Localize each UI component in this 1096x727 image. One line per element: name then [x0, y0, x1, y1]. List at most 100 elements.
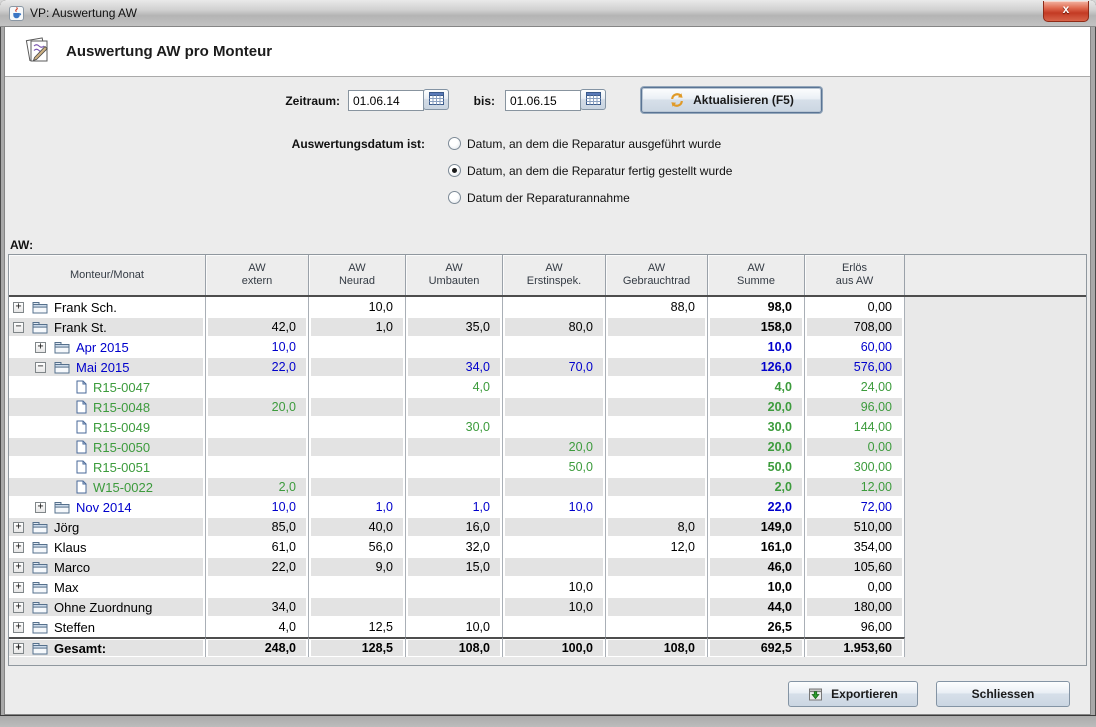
column-header-aw-neurad[interactable]: AWNeurad [309, 255, 406, 295]
cell-aw-umbauten: 35,0 [406, 317, 503, 337]
table-row[interactable]: R15-0049 30,0 30,0 144,00 [9, 417, 1086, 437]
cell-aw-gebrauchtrad: 108,0 [606, 637, 708, 657]
radio-icon[interactable] [448, 137, 461, 150]
table-header-row: Monteur/Monat AWextern AWNeurad AWUmbaut… [9, 255, 1086, 297]
tree-expander-icon[interactable]: + [13, 302, 24, 313]
row-filler [905, 597, 1086, 617]
table-row[interactable]: + Max 10,0 10,0 0,00 [9, 577, 1086, 597]
report-icon [22, 34, 52, 69]
cell-aw-neurad: 56,0 [309, 537, 406, 557]
tree-expander-icon[interactable]: + [13, 562, 24, 573]
tree-cell: + Nov 2014 [9, 497, 206, 517]
column-header-aw-extern[interactable]: AWextern [206, 255, 309, 295]
tree-cell: W15-0022 [9, 477, 206, 497]
table-row[interactable]: − Frank St. 42,0 1,0 35,0 80,0 15 [9, 317, 1086, 337]
radio-icon[interactable] [448, 164, 461, 177]
column-header-aw-summe[interactable]: AWSumme [708, 255, 805, 295]
close-window-button[interactable]: x [1043, 1, 1089, 22]
cell-aw-summe: 50,0 [708, 457, 805, 477]
radio-option-fertiggestellt[interactable]: Datum, an dem die Reparatur fertig geste… [448, 163, 732, 178]
cell-aw-neurad [309, 577, 406, 597]
table-row[interactable]: + Nov 2014 10,0 1,0 1,0 10,0 22,0 [9, 497, 1086, 517]
cell-aw-gebrauchtrad: 8,0 [606, 517, 708, 537]
cell-aw-erstinspek [503, 397, 606, 417]
column-header-monteur[interactable]: Monteur/Monat [9, 255, 206, 295]
tree-cell: + Marco [9, 557, 206, 577]
folder-icon [32, 321, 48, 334]
date-from-calendar-button[interactable] [423, 89, 449, 110]
date-to-calendar-button[interactable] [580, 89, 606, 110]
tree-cell: + Max [9, 577, 206, 597]
tree-cell: + Klaus [9, 537, 206, 557]
radio-option-annahme[interactable]: Datum der Reparaturannahme [448, 190, 630, 205]
page-title: Auswertung AW pro Monteur [66, 43, 272, 60]
tree-expander-icon[interactable]: + [35, 342, 46, 353]
column-header-aw-erstinspek[interactable]: AWErstinspek. [503, 255, 606, 295]
table-row[interactable]: − Mai 2015 22,0 34,0 70,0 126,0 [9, 357, 1086, 377]
row-filler [905, 497, 1086, 517]
cell-aw-neurad: 128,5 [309, 637, 406, 657]
table-row[interactable]: R15-0050 20,0 20,0 0,00 [9, 437, 1086, 457]
cell-aw-umbauten [406, 457, 503, 477]
table-row[interactable]: + Frank Sch. 10,0 88,0 98,0 [9, 297, 1086, 317]
table-row[interactable]: + Apr 2015 10,0 10,0 60, [9, 337, 1086, 357]
tree-expander-icon[interactable]: + [13, 542, 24, 553]
tree-expander-icon[interactable]: − [35, 362, 46, 373]
cell-aw-erstinspek: 20,0 [503, 437, 606, 457]
tree-expander-icon[interactable]: + [13, 582, 24, 593]
tree-label: Frank Sch. [54, 300, 117, 315]
date-from-input[interactable] [348, 90, 424, 111]
table-row[interactable]: W15-0022 2,0 2,0 12,00 [9, 477, 1086, 497]
tree-expander-icon[interactable]: + [13, 622, 24, 633]
table-row[interactable]: R15-0047 4,0 4,0 24,00 [9, 377, 1086, 397]
cell-aw-extern: 20,0 [206, 397, 309, 417]
app-window: VP: Auswertung AW x Auswertung AW pro Mo… [0, 0, 1096, 727]
cell-erloes: 180,00 [805, 597, 905, 617]
cell-aw-summe: 692,5 [708, 637, 805, 657]
cell-erloes: 708,00 [805, 317, 905, 337]
tree-expander-icon[interactable]: + [13, 522, 24, 533]
cell-aw-gebrauchtrad [606, 317, 708, 337]
column-header-erloes[interactable]: Erlösaus AW [805, 255, 905, 295]
tree-expander-icon[interactable]: − [13, 322, 24, 333]
table-row[interactable]: + Jörg 85,0 40,0 16,0 8,0 149,0 [9, 517, 1086, 537]
cell-aw-summe: 26,5 [708, 617, 805, 637]
tree-label: Klaus [54, 540, 87, 555]
table-row[interactable]: R15-0051 50,0 50,0 300,00 [9, 457, 1086, 477]
aktualisieren-button[interactable]: Aktualisieren (F5) [641, 87, 822, 113]
exportieren-button[interactable]: Exportieren [788, 681, 918, 707]
cell-erloes: 24,00 [805, 377, 905, 397]
cell-aw-summe: 46,0 [708, 557, 805, 577]
document-icon [76, 420, 87, 434]
cell-aw-neurad [309, 357, 406, 377]
folder-icon [32, 541, 48, 554]
folder-icon [54, 361, 70, 374]
tree-label: R15-0049 [93, 420, 150, 435]
tree-expander-icon[interactable]: + [13, 602, 24, 613]
schliessen-button[interactable]: Schliessen [936, 681, 1070, 707]
table-row[interactable]: + Steffen 4,0 12,5 10,0 26,5 [9, 617, 1086, 637]
tree-expander-icon[interactable]: + [13, 643, 24, 654]
tree-cell: + Steffen [9, 617, 206, 637]
radio-icon[interactable] [448, 191, 461, 204]
column-header-aw-gebrauchtrad[interactable]: AWGebrauchtrad [606, 255, 708, 295]
table-row[interactable]: + Gesamt: 248,0 128,5 108,0 100,0 108,0 [9, 637, 1086, 657]
cell-aw-summe: 158,0 [708, 317, 805, 337]
title-bar[interactable]: VP: Auswertung AW [0, 0, 1096, 27]
table-row[interactable]: + Klaus 61,0 56,0 32,0 12,0 161,0 [9, 537, 1086, 557]
table-row[interactable]: + Ohne Zuordnung 34,0 10,0 44,0 [9, 597, 1086, 617]
cell-aw-summe: 44,0 [708, 597, 805, 617]
cell-erloes: 1.953,60 [805, 637, 905, 657]
tree-expander-icon[interactable]: + [35, 502, 46, 513]
tree-label: Gesamt: [54, 641, 106, 656]
folder-icon [32, 581, 48, 594]
row-filler [905, 557, 1086, 577]
date-to-input[interactable] [505, 90, 581, 111]
column-header-aw-umbauten[interactable]: AWUmbauten [406, 255, 503, 295]
cell-aw-umbauten: 108,0 [406, 637, 503, 657]
table-row[interactable]: + Marco 22,0 9,0 15,0 46,0 [9, 557, 1086, 577]
table-row[interactable]: R15-0048 20,0 20,0 96,00 [9, 397, 1086, 417]
radio-option-ausgefuehrt[interactable]: Datum, an dem die Reparatur ausgeführt w… [448, 136, 721, 151]
cell-aw-umbauten [406, 577, 503, 597]
cell-aw-erstinspek: 50,0 [503, 457, 606, 477]
